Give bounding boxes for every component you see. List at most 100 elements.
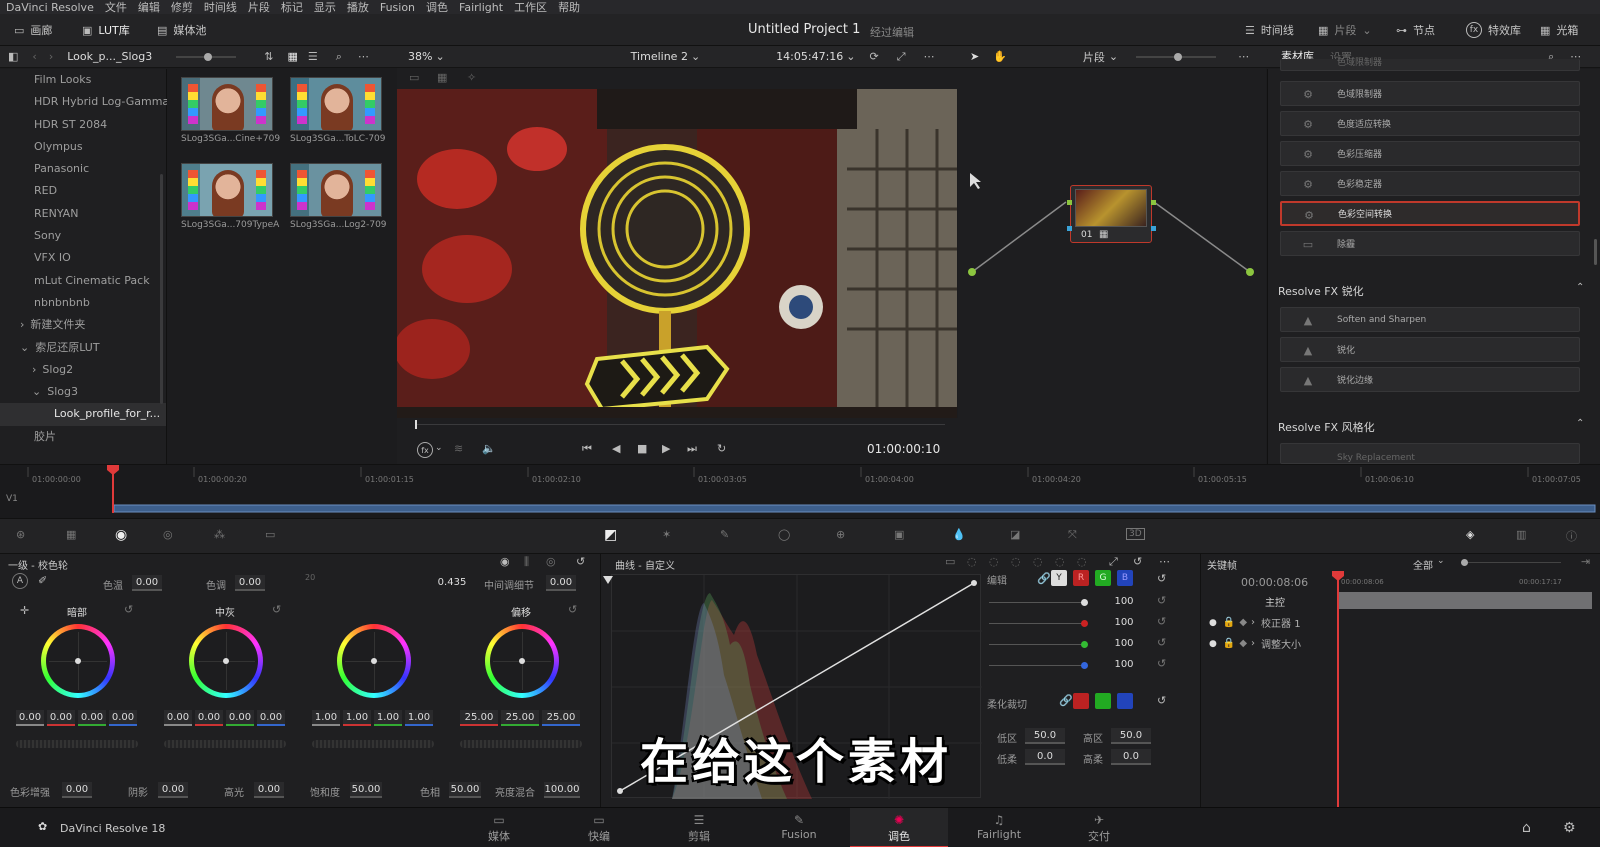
curve-mode-icon[interactable]: ▭ <box>945 555 955 568</box>
viewer-scrubber-handle[interactable] <box>415 420 417 429</box>
lightbox-toggle-button[interactable]: ▦ 光箱 <box>1540 14 1578 46</box>
gamma-b-field[interactable]: 0.00 <box>257 710 285 726</box>
lut-thumbnail[interactable]: SLog3SGa...709TypeA <box>181 163 279 230</box>
wheel-handle[interactable] <box>223 658 229 664</box>
offset-r-field[interactable]: 25.00 <box>460 710 498 726</box>
gamma-r-field[interactable]: 0.00 <box>195 710 223 726</box>
page-tab-cut[interactable]: ▭ 快编 <box>550 808 648 847</box>
hue-field[interactable]: 50.00 <box>449 782 481 798</box>
viewer-scrubber[interactable] <box>415 424 945 425</box>
saturation-field[interactable]: 50.00 <box>350 782 382 798</box>
more-options-icon[interactable]: ⋯ <box>358 50 369 63</box>
color-wheels-icon[interactable]: ◉ <box>115 527 127 543</box>
tree-item-selected[interactable]: Look_profile_for_r... <box>0 403 166 426</box>
3d-icon[interactable]: 3D <box>1126 528 1145 540</box>
stop-icon[interactable]: ■ <box>637 442 647 455</box>
media-pool-button[interactable]: ▤ 媒体池 <box>157 14 206 46</box>
keyframe-filter[interactable]: 全部 <box>1413 557 1433 572</box>
color-boost-field[interactable]: 0.00 <box>62 782 92 798</box>
reset-icon[interactable]: ↺ <box>1157 694 1166 707</box>
highlight-icon[interactable]: ✧ <box>467 71 476 84</box>
curves-icon[interactable]: ◩ <box>604 527 617 543</box>
wheel-handle[interactable] <box>519 658 525 664</box>
corrector-node[interactable]: 01 ▦ <box>1067 185 1156 243</box>
link-icon[interactable]: 🔗 <box>1037 572 1051 585</box>
home-icon[interactable]: ⌂ <box>1522 820 1531 836</box>
reset-icon[interactable]: ↺ <box>576 555 585 568</box>
fx-item[interactable]: ▲ 锐化 <box>1280 337 1580 362</box>
fx-item[interactable]: ⚙ 色域限制器 <box>1280 81 1580 106</box>
menu-file[interactable]: 文件 <box>105 0 127 15</box>
play-reverse-icon[interactable]: ◀ <box>612 442 620 455</box>
intensity-y-field[interactable]: 100 <box>1107 594 1141 610</box>
tint-field[interactable]: 0.00 <box>235 575 265 591</box>
node-mode[interactable]: 片段 <box>1083 49 1105 65</box>
page-tab-edit[interactable]: ☰ 剪辑 <box>650 808 748 847</box>
volume-icon[interactable]: 🔈 <box>482 442 496 455</box>
page-tab-fairlight[interactable]: ♫ Fairlight <box>950 808 1048 847</box>
menu-app[interactable]: DaVinci Resolve <box>6 1 94 14</box>
image-wipe-icon[interactable]: ▭ <box>409 71 419 84</box>
split-screen-icon[interactable]: ▦ <box>437 71 447 84</box>
fullscreen-icon[interactable]: ⤢ <box>897 50 906 64</box>
chevron-up-icon[interactable]: ⌃ <box>1576 418 1584 429</box>
lift-r-field[interactable]: 0.00 <box>47 710 75 726</box>
forward-icon[interactable]: › <box>49 50 53 63</box>
lift-master-wheel[interactable] <box>16 740 138 748</box>
bars-mode-icon[interactable]: ⫼ <box>524 555 529 569</box>
node-key-input[interactable] <box>1067 226 1072 231</box>
rgb-mixer-icon[interactable]: ⁂ <box>214 528 225 541</box>
keyframe-row[interactable]: ● 🔒 ◆ › 调整大小 <box>1209 633 1337 654</box>
tree-item[interactable]: Sony <box>0 225 166 247</box>
curve-mode-icon[interactable]: ◌ <box>967 555 977 568</box>
tree-folder[interactable]: › 新建文件夹 <box>0 314 166 336</box>
fx-item-selected[interactable]: ⚙ 色彩空间转换 <box>1280 201 1580 226</box>
lut-thumbnail[interactable]: SLog3SGa...Cine+709 <box>181 77 280 144</box>
sizing-icon[interactable]: ⤧ <box>1068 528 1077 542</box>
back-icon[interactable]: ‹ <box>32 50 36 63</box>
temp-field[interactable]: 0.00 <box>132 575 162 591</box>
curve-mode-icon[interactable]: ◌ <box>989 555 999 568</box>
sync-icon[interactable]: ⟳ <box>870 50 879 63</box>
zoom-level[interactable]: 38% <box>408 50 432 63</box>
hand-icon[interactable]: ✋ <box>993 50 1007 63</box>
keyframe-row[interactable]: ● 🔒 ◆ › 校正器 1 <box>1209 612 1337 633</box>
intensity-r-field[interactable]: 100 <box>1107 615 1141 631</box>
fx-item[interactable]: ▭ 除霾 <box>1280 231 1580 256</box>
menu-fusion[interactable]: Fusion <box>380 1 415 14</box>
shadows-field[interactable]: 0.00 <box>158 782 188 798</box>
reset-icon[interactable]: ↺ <box>272 603 281 616</box>
offset-g-field[interactable]: 25.00 <box>501 710 539 726</box>
master-keyframe-track[interactable] <box>1338 592 1592 609</box>
offset-color-wheel[interactable] <box>485 624 559 698</box>
reset-icon[interactable]: ↺ <box>1157 657 1166 670</box>
menu-view[interactable]: 显示 <box>314 0 336 15</box>
intensity-slider-g[interactable] <box>989 641 1088 648</box>
layers-icon[interactable]: ≋ <box>454 442 463 455</box>
page-tab-color[interactable]: ✺ 调色 <box>850 808 948 847</box>
tree-item[interactable]: nbnbnbnb <box>0 292 166 314</box>
intensity-slider-b[interactable] <box>989 662 1088 669</box>
intensity-slider-r[interactable] <box>989 620 1088 627</box>
fx-item[interactable]: 色域限制器 <box>1280 58 1580 71</box>
chevron-right-icon[interactable]: › <box>1251 617 1255 628</box>
gallery-button[interactable]: ▭ 画廊 <box>14 14 52 46</box>
channel-y-button[interactable]: Y <box>1051 570 1067 586</box>
menu-help[interactable]: 帮助 <box>558 0 580 15</box>
clips-toggle-button[interactable]: ▦ 片段 ⌄ <box>1318 14 1372 46</box>
motion-effects-icon[interactable]: ▭ <box>265 528 275 541</box>
fx-item[interactable]: ▲ 锐化边缘 <box>1280 367 1580 392</box>
grid-view-icon[interactable]: ▦ <box>287 50 297 63</box>
gamma-y-field[interactable]: 0.00 <box>164 710 192 726</box>
tree-scrollbar[interactable] <box>160 174 163 404</box>
gain-master-wheel[interactable] <box>312 740 434 748</box>
keyframe-zoom-slider[interactable] <box>1461 559 1561 566</box>
tree-folder[interactable]: ⌄ Slog3 <box>0 381 166 403</box>
offset-master-wheel[interactable] <box>460 740 582 748</box>
node-zoom-slider[interactable] <box>1136 52 1217 61</box>
sidebar-toggle-icon[interactable]: ◧ <box>8 50 18 63</box>
hdr-wheels-icon[interactable]: ◎ <box>163 528 173 541</box>
fx-item[interactable]: Sky Replacement <box>1280 443 1580 464</box>
sort-icon[interactable]: ⇅ <box>264 50 273 63</box>
scopes-icon[interactable]: ▥ <box>1516 528 1526 541</box>
